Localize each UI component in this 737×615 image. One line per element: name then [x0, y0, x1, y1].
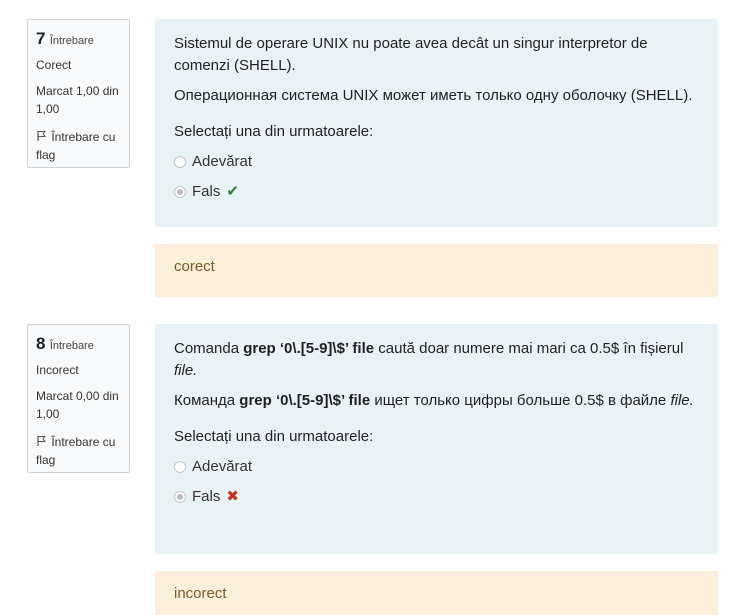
question-grade: Marcat 0,00 din 1,00: [36, 389, 119, 421]
radio-true[interactable]: [174, 461, 186, 473]
command-text: grep ‘0\.[5-9]\$’ file: [239, 392, 371, 409]
answer-label: Adevărat: [192, 458, 253, 475]
question-state: Corect: [36, 58, 72, 72]
feedback-box-7: corect: [155, 244, 718, 297]
answer-option-false[interactable]: Fals ✔: [174, 177, 700, 207]
answer-prompt: Selectați una din urmatoarele:: [174, 123, 374, 140]
question-state: Incorect: [36, 363, 79, 377]
flag-label: Întrebare cu flag: [36, 130, 116, 162]
flag-icon: [37, 131, 47, 141]
question-word: Întrebare: [49, 35, 94, 47]
cross-icon: ✖: [226, 488, 239, 505]
answer-label: Fals: [192, 488, 221, 505]
flag-label: Întrebare cu flag: [36, 435, 116, 467]
question-number: 7: [36, 29, 46, 48]
answer-option-true[interactable]: Adevărat: [174, 147, 700, 177]
flag-icon: [37, 436, 47, 446]
feedback-text: incorect: [174, 585, 227, 602]
question-content-7: Sistemul de operare UNIX nu poate avea d…: [155, 19, 718, 227]
flag-question-link[interactable]: Întrebare cu flag: [36, 128, 121, 164]
answer-prompt: Selectați una din urmatoarele:: [174, 428, 374, 445]
radio-true[interactable]: [174, 156, 186, 168]
question-grade: Marcat 1,00 din 1,00: [36, 84, 119, 116]
question-info-8: 8 Întrebare Incorect Marcat 0,00 din 1,0…: [27, 324, 130, 473]
question-text-ro: Sistemul de operare UNIX nu poate avea d…: [174, 35, 648, 74]
radio-false[interactable]: [174, 491, 186, 503]
feedback-box-8: incorect: [155, 571, 718, 615]
feedback-text: corect: [174, 258, 215, 275]
question-text-ru: Команда grep ‘0\.[5-9]\$’ file ищет толь…: [174, 392, 694, 409]
question-text-ro: Comanda grep ‘0\.[5-9]\$’ file caută doa…: [174, 340, 684, 379]
answer-label: Adevărat: [192, 153, 253, 170]
question-number: 8: [36, 334, 46, 353]
question-info-7: 7 Întrebare Corect Marcat 1,00 din 1,00 …: [27, 19, 130, 168]
question-content-8: Comanda grep ‘0\.[5-9]\$’ file caută doa…: [155, 324, 718, 554]
check-icon: ✔: [226, 183, 239, 200]
flag-question-link[interactable]: Întrebare cu flag: [36, 433, 121, 469]
question-word: Întrebare: [49, 340, 94, 352]
question-text-ru: Операционная система UNIX может иметь то…: [174, 87, 693, 104]
answer-option-false[interactable]: Fals ✖: [174, 482, 700, 512]
answer-option-true[interactable]: Adevărat: [174, 452, 700, 482]
command-text: grep ‘0\.[5-9]\$’ file: [243, 340, 375, 357]
radio-false[interactable]: [174, 186, 186, 198]
answer-label: Fals: [192, 183, 221, 200]
